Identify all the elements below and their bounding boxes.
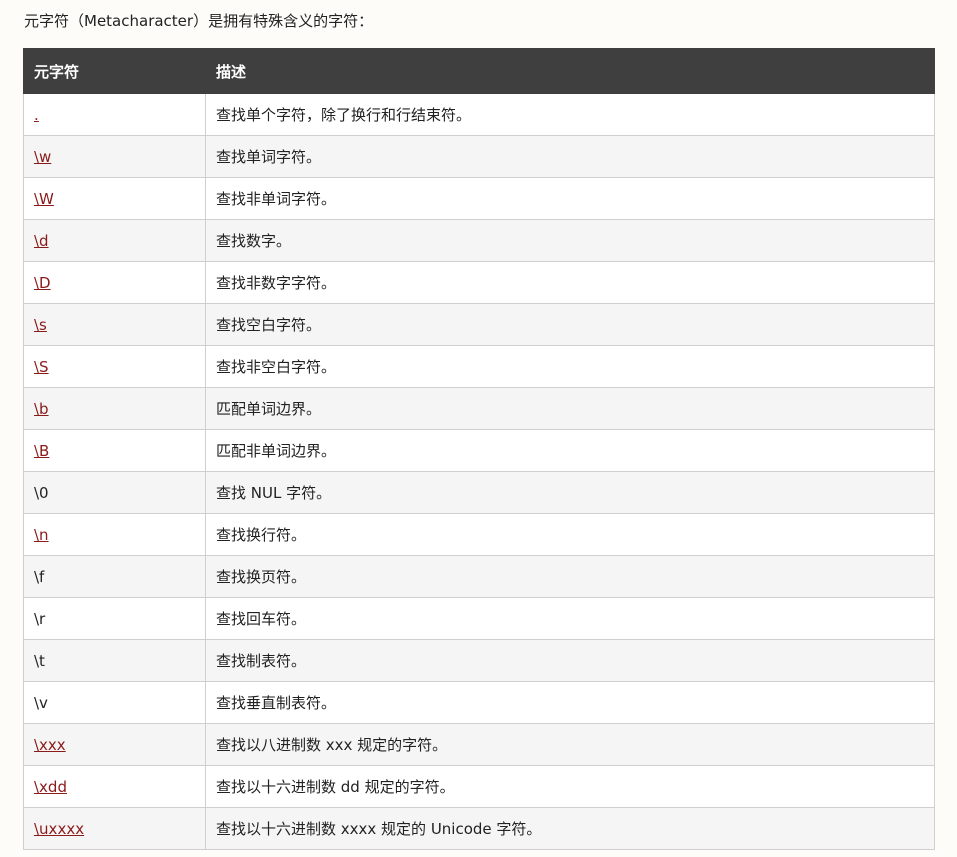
metacharacter-text: \t [34, 651, 45, 670]
metacharacter-link[interactable]: \B [34, 442, 49, 460]
metacharacter-link[interactable]: . [34, 106, 39, 124]
table-row: \s 查找空白字符。 [23, 303, 935, 346]
table-row: \w 查找单词字符。 [23, 135, 935, 178]
metacharacter-cell: \r [23, 597, 206, 640]
metacharacter-link[interactable]: \s [34, 316, 47, 334]
description-cell: 查找以八进制数 xxx 规定的字符。 [205, 723, 935, 766]
metacharacter-cell: \0 [23, 471, 206, 514]
table-row: \d 查找数字。 [23, 219, 935, 262]
metacharacter-link[interactable]: \d [34, 232, 49, 250]
metacharacter-link[interactable]: \W [34, 190, 54, 208]
table-row: \n 查找换行符。 [23, 513, 935, 556]
description-cell: 查找以十六进制数 dd 规定的字符。 [205, 765, 935, 808]
table-row: \r 查找回车符。 [23, 597, 935, 640]
metacharacter-cell[interactable]: \n [23, 513, 206, 556]
column-header-description: 描述 [205, 48, 935, 94]
description-cell: 查找单词字符。 [205, 135, 935, 178]
table-row: \uxxxx 查找以十六进制数 xxxx 规定的 Unicode 字符。 [23, 807, 935, 850]
metacharacter-text: \f [34, 567, 45, 586]
description-cell: 查找非空白字符。 [205, 345, 935, 388]
metacharacter-cell[interactable]: \xdd [23, 765, 206, 808]
metacharacter-cell[interactable]: \W [23, 177, 206, 220]
table-row: \b 匹配单词边界。 [23, 387, 935, 430]
table-row: \f 查找换页符。 [23, 555, 935, 598]
table-row: \0 查找 NUL 字符。 [23, 471, 935, 514]
description-cell: 查找换行符。 [205, 513, 935, 556]
table-row: \S 查找非空白字符。 [23, 345, 935, 388]
description-cell: 查找数字。 [205, 219, 935, 262]
metacharacter-link[interactable]: \xxx [34, 736, 66, 754]
metacharacter-text: \0 [34, 483, 49, 502]
metacharacter-text: \r [34, 609, 46, 628]
metacharacter-cell[interactable]: \S [23, 345, 206, 388]
metacharacter-cell[interactable]: \b [23, 387, 206, 430]
table-row: \xxx 查找以八进制数 xxx 规定的字符。 [23, 723, 935, 766]
table-row: \D 查找非数字字符。 [23, 261, 935, 304]
column-header-metacharacter: 元字符 [23, 48, 206, 94]
intro-text: 元字符（Metacharacter）是拥有特殊含义的字符： [24, 12, 374, 30]
metacharacter-text: \v [34, 693, 48, 712]
table-row: \xdd 查找以十六进制数 dd 规定的字符。 [23, 765, 935, 808]
metacharacter-link[interactable]: \uxxxx [34, 820, 84, 838]
table-body: . 查找单个字符，除了换行和行结束符。 \w 查找单词字符。 \W 查找非单词字符。 \d 查… [23, 93, 935, 850]
description-cell: 查找以十六进制数 xxxx 规定的 Unicode 字符。 [205, 807, 935, 850]
metacharacter-cell[interactable]: \d [23, 219, 206, 262]
metacharacter-link[interactable]: \D [34, 274, 51, 292]
metacharacter-cell: \f [23, 555, 206, 598]
metacharacter-cell: \v [23, 681, 206, 724]
description-cell: 查找非单词字符。 [205, 177, 935, 220]
metacharacter-table: 元字符 描述 . 查找单个字符，除了换行和行结束符。 \w 查找单词字符。 \W 查找非单… [23, 48, 935, 850]
description-cell: 查找换页符。 [205, 555, 935, 598]
metacharacter-link[interactable]: \n [34, 526, 49, 544]
metacharacter-cell[interactable]: \uxxxx [23, 807, 206, 850]
metacharacter-link[interactable]: \xdd [34, 778, 67, 796]
metacharacter-link[interactable]: \w [34, 148, 51, 166]
table-header-row: 元字符 描述 [23, 48, 935, 94]
metacharacter-cell[interactable]: \B [23, 429, 206, 472]
description-cell: 查找单个字符，除了换行和行结束符。 [205, 93, 935, 136]
description-cell: 查找非数字字符。 [205, 261, 935, 304]
metacharacter-cell: \t [23, 639, 206, 682]
description-cell: 查找空白字符。 [205, 303, 935, 346]
description-cell: 查找制表符。 [205, 639, 935, 682]
metacharacter-link[interactable]: \S [34, 358, 49, 376]
table-row: \W 查找非单词字符。 [23, 177, 935, 220]
description-cell: 查找垂直制表符。 [205, 681, 935, 724]
table-row: \v 查找垂直制表符。 [23, 681, 935, 724]
metacharacter-link[interactable]: \b [34, 400, 49, 418]
description-cell: 查找 NUL 字符。 [205, 471, 935, 514]
description-cell: 匹配非单词边界。 [205, 429, 935, 472]
metacharacter-cell[interactable]: \w [23, 135, 206, 178]
description-cell: 匹配单词边界。 [205, 387, 935, 430]
table-row: . 查找单个字符，除了换行和行结束符。 [23, 93, 935, 136]
description-cell: 查找回车符。 [205, 597, 935, 640]
metacharacter-cell[interactable]: . [23, 93, 206, 136]
metacharacter-cell[interactable]: \D [23, 261, 206, 304]
table-row: \t 查找制表符。 [23, 639, 935, 682]
table-row: \B 匹配非单词边界。 [23, 429, 935, 472]
metacharacter-cell[interactable]: \s [23, 303, 206, 346]
metacharacter-cell[interactable]: \xxx [23, 723, 206, 766]
